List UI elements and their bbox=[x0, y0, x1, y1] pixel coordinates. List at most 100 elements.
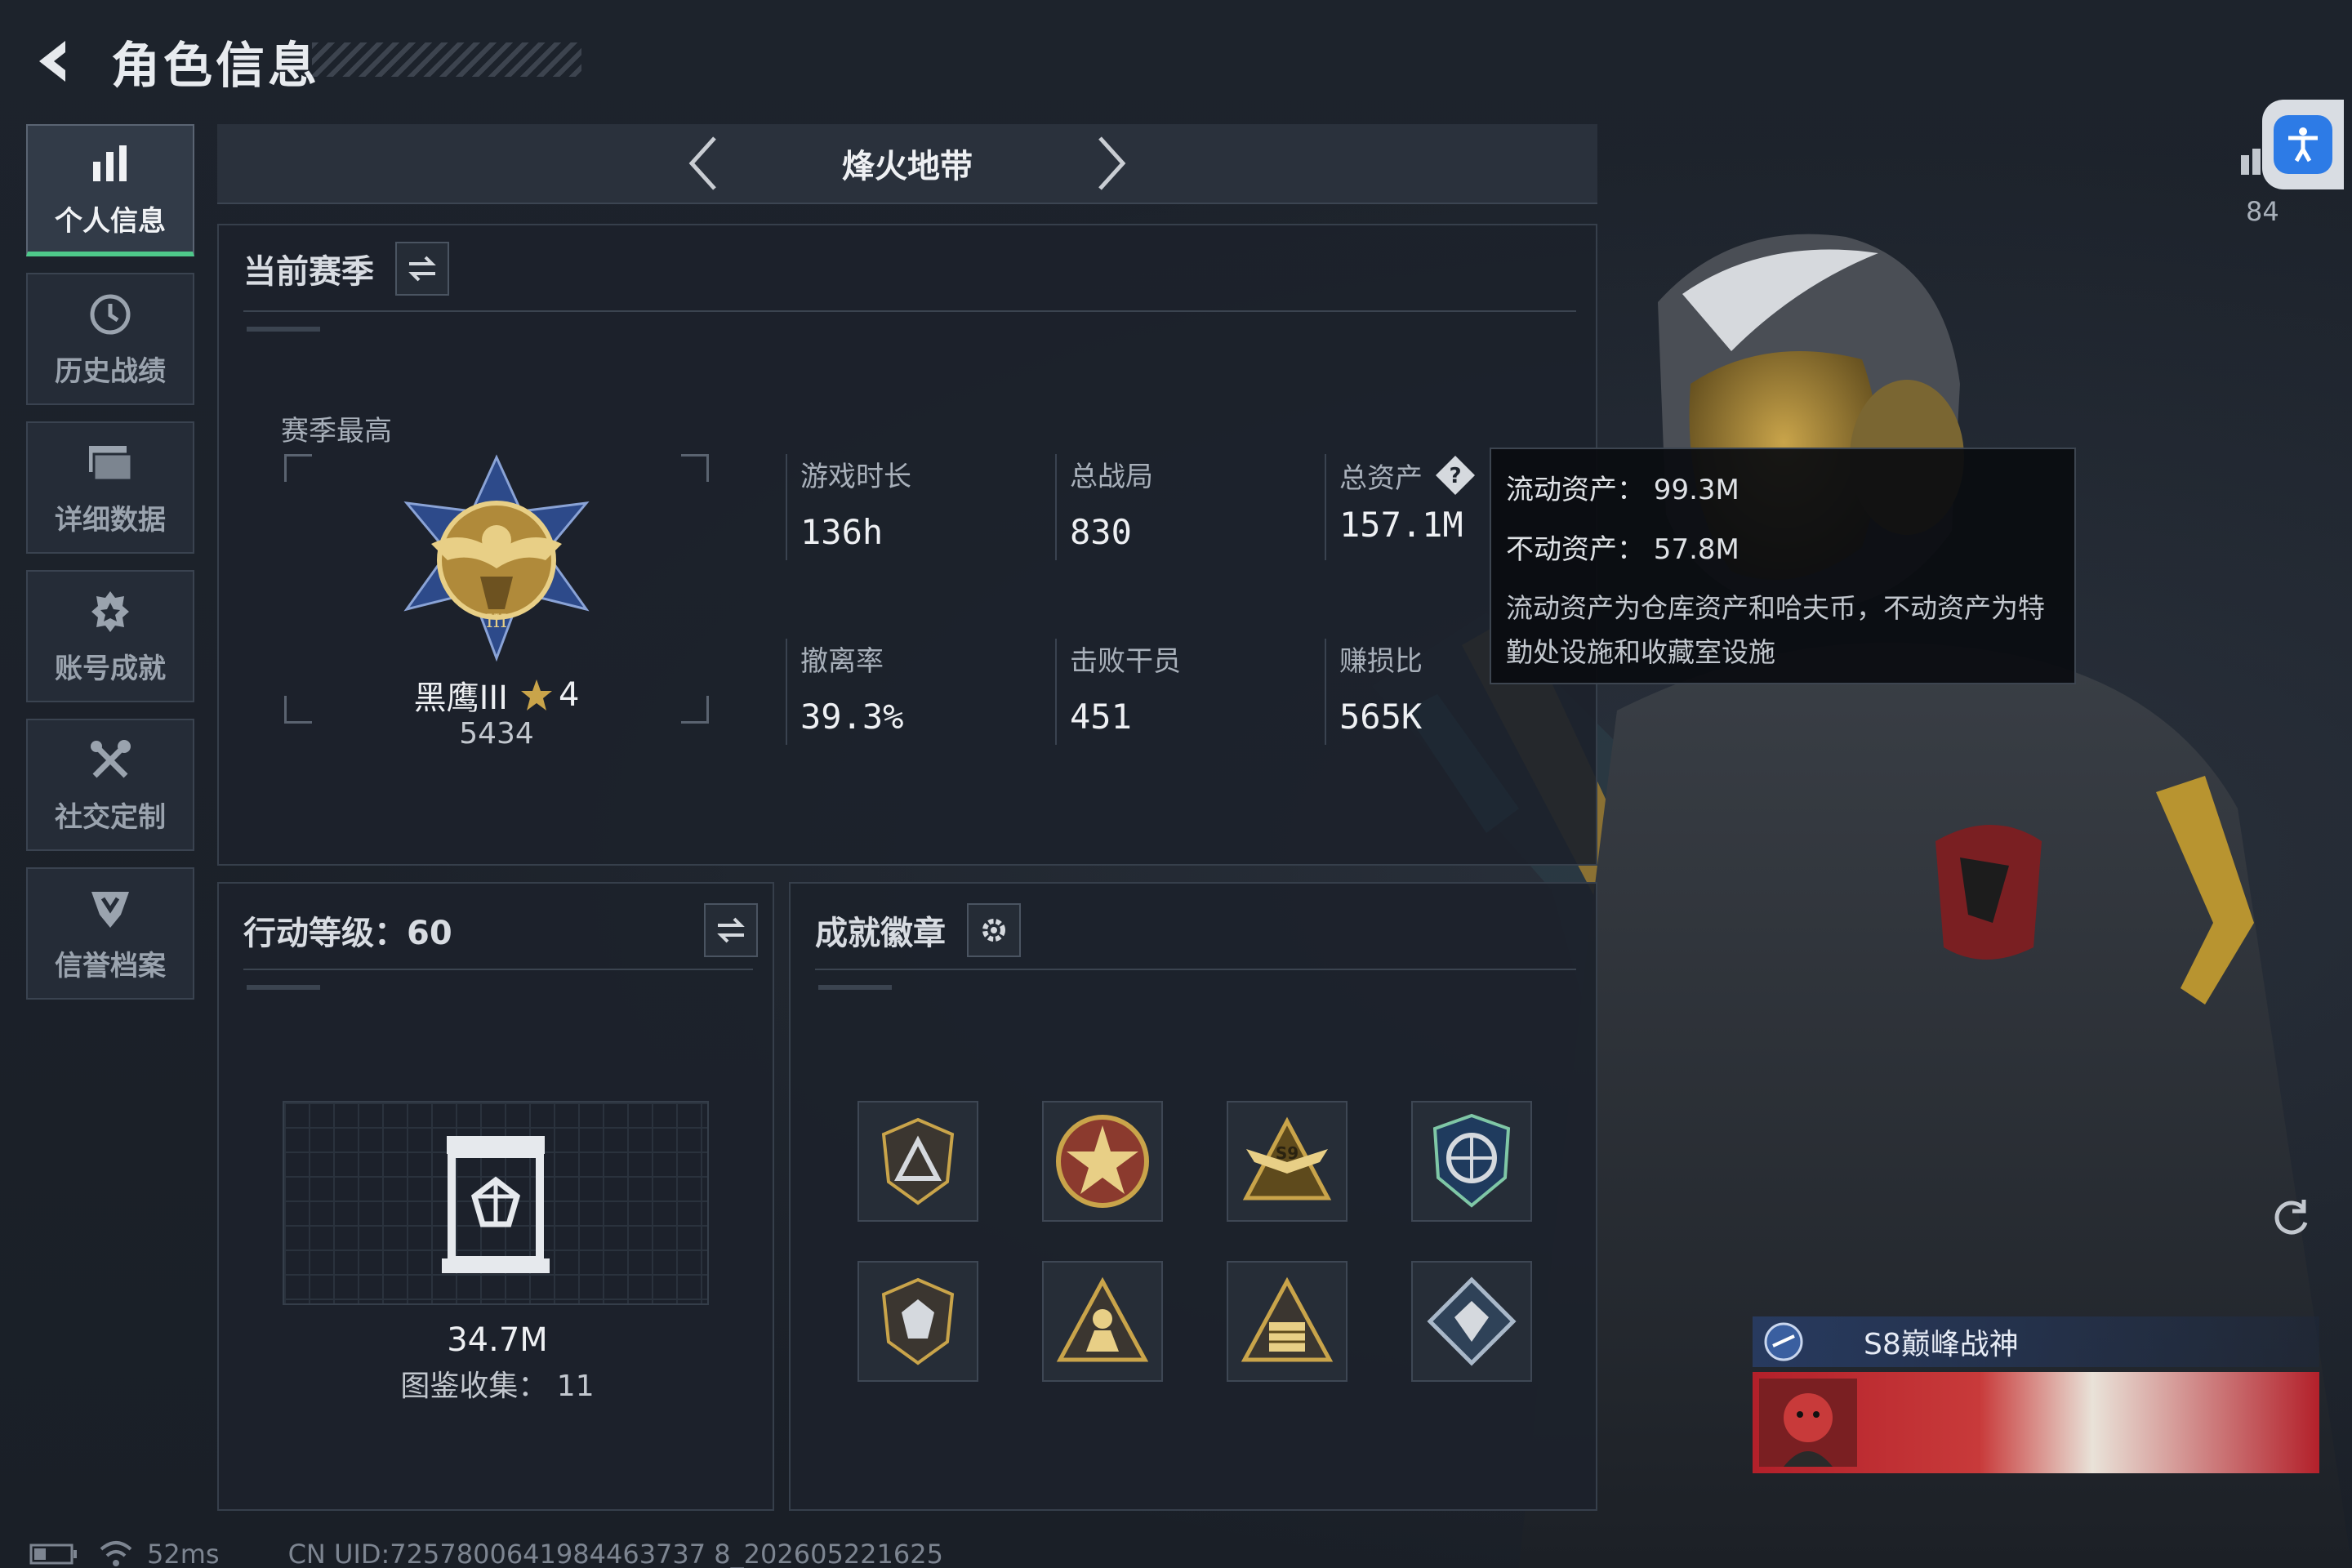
stat-playtime: 游戏时长 136h bbox=[800, 454, 911, 552]
sidebar-item-label: 详细数据 bbox=[55, 503, 166, 537]
action-level-title: 行动等级：60 bbox=[243, 915, 452, 952]
rotate-icon[interactable] bbox=[2262, 1189, 2319, 1246]
back-arrow-icon[interactable] bbox=[26, 33, 83, 90]
season-best-label: 赛季最高 bbox=[281, 415, 392, 448]
stat-divider bbox=[1055, 639, 1057, 745]
title-emblem-icon bbox=[1761, 1319, 1806, 1365]
arrows-globe-badge[interactable] bbox=[1411, 1101, 1532, 1222]
achievement-icon bbox=[86, 587, 135, 636]
accessibility-button[interactable] bbox=[2262, 100, 2344, 189]
swap-icon[interactable] bbox=[395, 242, 449, 296]
stat-total-matches: 总战局 830 bbox=[1070, 454, 1153, 552]
season-title: 当前赛季 bbox=[243, 253, 374, 291]
accessibility-icon bbox=[2274, 115, 2332, 174]
season-header: 当前赛季 bbox=[243, 242, 449, 296]
stat-total-assets: 总资产 ? 157.1M bbox=[1339, 454, 1477, 545]
title-decoration bbox=[312, 42, 581, 77]
stat-profit-ratio: 赚损比 565K bbox=[1339, 639, 1423, 737]
season-panel: 当前赛季 赛季最高 III 黑鹰III 4 5434 游戏时长 136h 总战局… bbox=[217, 224, 1597, 866]
stat-value: 565K bbox=[1339, 697, 1423, 737]
tooltip-note: 流动资产为仓库资产和哈夫币，不动资产为特勤处设施和收藏室设施 bbox=[1506, 592, 2045, 668]
assets-tooltip: 流动资产： 99.3M 不动资产： 57.8M 流动资产为仓库资产和哈夫币，不动… bbox=[1490, 448, 2076, 684]
display-case-icon bbox=[442, 1136, 550, 1273]
divider bbox=[243, 969, 753, 970]
sidebar-item-personal-info[interactable]: 个人信息 bbox=[26, 124, 194, 256]
gem-diamond-badge[interactable] bbox=[1411, 1261, 1532, 1382]
s9-winged-badge[interactable]: S9 bbox=[1227, 1101, 1348, 1222]
sidebar-item-achievements[interactable]: 账号成就 bbox=[26, 570, 194, 702]
settings-gear-icon[interactable] bbox=[967, 903, 1021, 957]
help-icon[interactable]: ? bbox=[1434, 454, 1477, 497]
bar-chart-icon bbox=[86, 140, 135, 189]
tooltip-liquid-assets: 流动资产： 99.3M bbox=[1506, 474, 1740, 506]
achievement-header: 成就徽章 bbox=[815, 903, 1021, 957]
stat-divider bbox=[786, 639, 787, 745]
star-emblem-badge[interactable] bbox=[1042, 1101, 1163, 1222]
divider-tick bbox=[247, 985, 320, 990]
stat-divider bbox=[1055, 454, 1057, 560]
sidebar: 个人信息 历史战绩 详细数据 账号成就 社交定制 信誉档案 bbox=[26, 124, 194, 1016]
mode-selector: 烽火地带 bbox=[217, 124, 1597, 204]
stat-value: 830 bbox=[1070, 512, 1132, 552]
stat-divider bbox=[786, 454, 787, 560]
player-title-text: S8巅峰战神 bbox=[1864, 1328, 2019, 1361]
stat-divider bbox=[1325, 639, 1326, 745]
player-title-banner[interactable]: S8巅峰战神 bbox=[1753, 1316, 2319, 1367]
sidebar-item-label: 信誉档案 bbox=[55, 949, 166, 982]
stat-value: 136h bbox=[800, 512, 884, 552]
level-header: 行动等级：60 bbox=[243, 903, 758, 957]
sidebar-item-label: 历史战绩 bbox=[55, 354, 166, 388]
side-counter: 84 bbox=[2246, 196, 2279, 227]
crate-triangle-badge[interactable] bbox=[1227, 1261, 1348, 1382]
player-namecard[interactable] bbox=[1753, 1372, 2319, 1473]
wifi-icon bbox=[98, 1539, 134, 1568]
stat-value: 451 bbox=[1070, 697, 1132, 737]
history-clock-icon bbox=[86, 290, 135, 339]
stat-value: 157.1M bbox=[1339, 505, 1463, 545]
svg-text:III: III bbox=[486, 612, 507, 632]
rank-line: 黑鹰III 4 bbox=[284, 671, 709, 719]
mode-next-button[interactable] bbox=[1087, 131, 1136, 196]
sidebar-item-social[interactable]: 社交定制 bbox=[26, 719, 194, 851]
mode-name: 烽火地带 bbox=[842, 148, 973, 185]
sidebar-item-label: 个人信息 bbox=[55, 204, 166, 238]
page-title: 角色信息 bbox=[111, 37, 320, 95]
divider bbox=[815, 969, 1576, 970]
achievement-badges-panel: 成就徽章 S9 bbox=[789, 882, 1597, 1511]
divider-tick bbox=[818, 985, 892, 990]
rank-score: 5434 bbox=[459, 717, 534, 751]
stat-label: 撤离率 bbox=[800, 645, 884, 678]
stat-kills: 击败干员 451 bbox=[1070, 639, 1181, 737]
swap-icon[interactable] bbox=[704, 903, 758, 957]
ping-text: 52ms bbox=[147, 1539, 220, 1568]
black-hawk-rank-icon: III bbox=[382, 454, 611, 666]
sidebar-item-credit[interactable]: 信誉档案 bbox=[26, 867, 194, 1000]
page-header: 角色信息 bbox=[26, 24, 581, 98]
player-avatar bbox=[1759, 1379, 1857, 1467]
frame-corner bbox=[284, 454, 312, 482]
stat-value: 39.3% bbox=[800, 697, 904, 737]
sidebar-item-label: 社交定制 bbox=[55, 800, 166, 834]
sidebar-item-label: 账号成就 bbox=[55, 652, 166, 685]
stat-label: 游戏时长 bbox=[800, 461, 911, 493]
tooltip-fixed-assets: 不动资产： 57.8M bbox=[1506, 533, 1740, 566]
stat-divider bbox=[1325, 454, 1326, 560]
triangle-shield-badge[interactable] bbox=[858, 1101, 978, 1222]
mode-prev-button[interactable] bbox=[679, 131, 728, 196]
collection-showcase[interactable] bbox=[283, 1101, 709, 1305]
achievement-title: 成就徽章 bbox=[815, 915, 946, 952]
rank-display: III 黑鹰III 4 5434 bbox=[284, 454, 709, 751]
collection-value: 34.7M bbox=[447, 1321, 548, 1359]
soldier-triangle-badge[interactable] bbox=[1042, 1261, 1163, 1382]
collection-count: 图鉴收集： 11 bbox=[400, 1370, 595, 1403]
stat-label: 总资产 bbox=[1339, 461, 1423, 495]
action-level-panel: 行动等级：60 34.7M 图鉴收集： 11 bbox=[217, 882, 774, 1511]
rank-star-icon bbox=[519, 678, 554, 712]
crystal-shield-badge[interactable] bbox=[858, 1261, 978, 1382]
sidebar-item-history[interactable]: 历史战绩 bbox=[26, 273, 194, 405]
battery-icon bbox=[29, 1542, 78, 1566]
stat-label: 击败干员 bbox=[1070, 645, 1181, 678]
tools-icon bbox=[86, 736, 135, 785]
sidebar-item-detail-data[interactable]: 详细数据 bbox=[26, 421, 194, 554]
svg-text:S9: S9 bbox=[1276, 1143, 1298, 1163]
